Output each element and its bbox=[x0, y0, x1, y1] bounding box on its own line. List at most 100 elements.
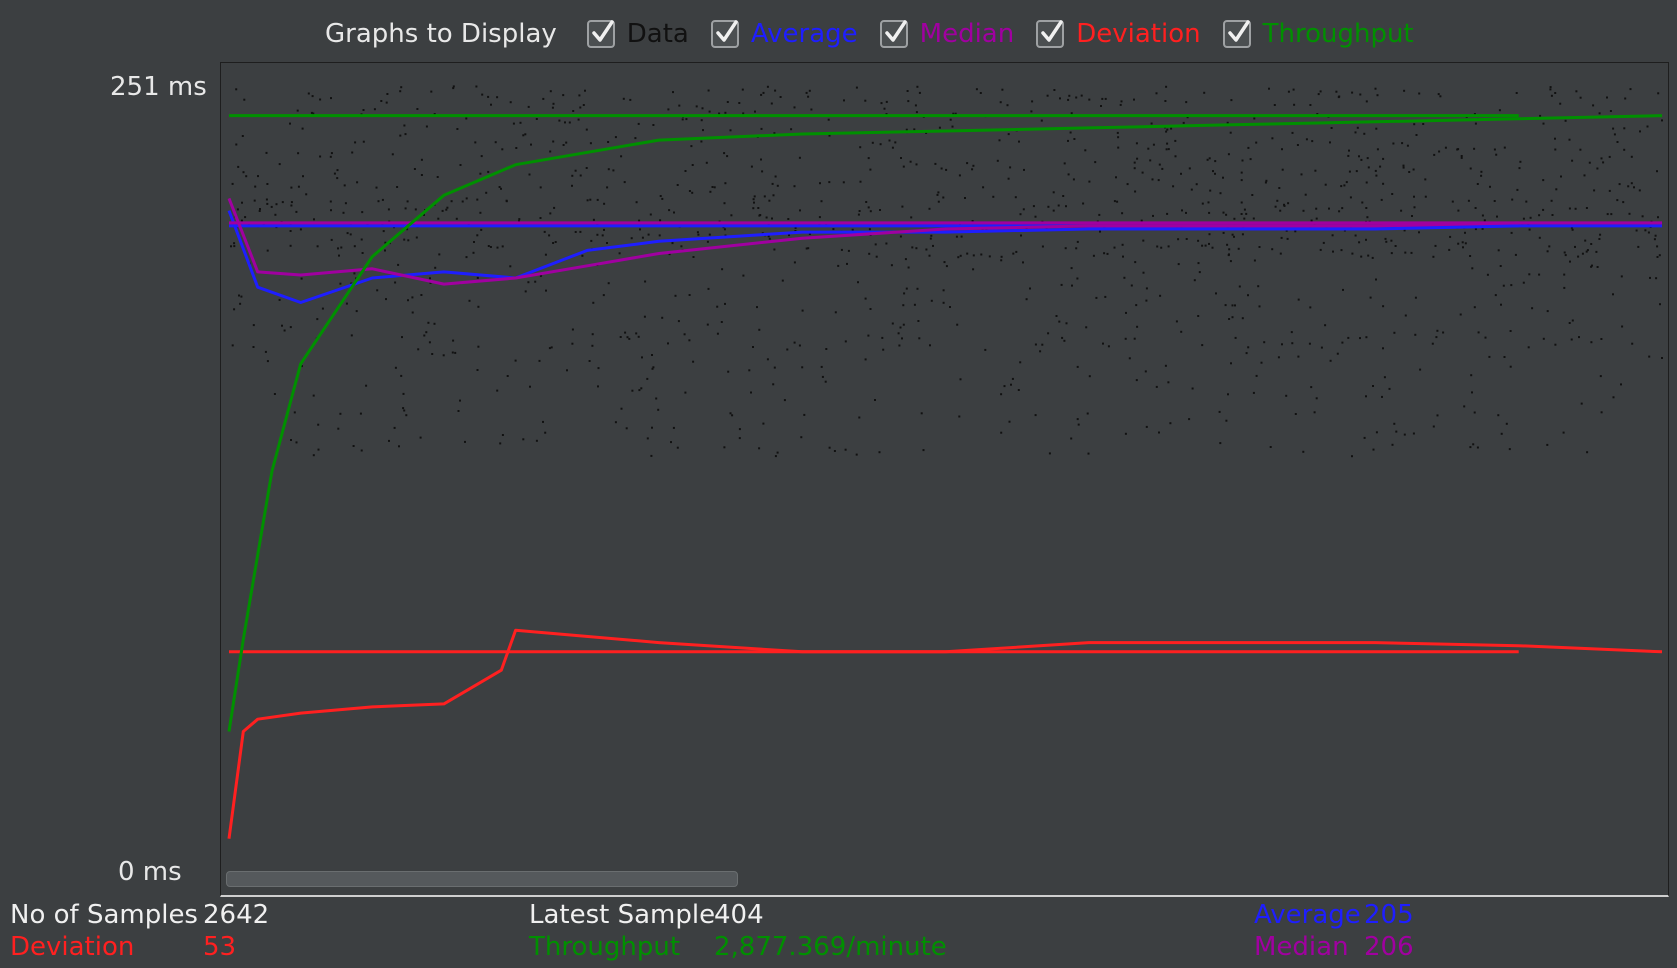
data-point bbox=[1494, 294, 1497, 297]
data-point bbox=[1476, 446, 1479, 449]
data-point bbox=[1522, 217, 1525, 220]
data-point bbox=[450, 200, 453, 203]
data-point bbox=[1474, 228, 1477, 231]
data-point bbox=[638, 389, 641, 392]
data-point bbox=[1390, 252, 1393, 255]
option-median[interactable]: Median bbox=[879, 19, 1014, 49]
data-point bbox=[646, 437, 649, 440]
data-point bbox=[929, 344, 931, 347]
data-point bbox=[1164, 100, 1167, 102]
data-point bbox=[494, 141, 497, 144]
data-point bbox=[1473, 411, 1476, 414]
data-point bbox=[522, 438, 525, 441]
data-point bbox=[701, 107, 704, 110]
data-point bbox=[1064, 247, 1067, 250]
data-point bbox=[1007, 133, 1010, 136]
data-point bbox=[943, 261, 946, 264]
data-point bbox=[1247, 146, 1250, 149]
data-point bbox=[979, 92, 982, 94]
data-point bbox=[1497, 249, 1500, 252]
checkbox-average[interactable] bbox=[710, 20, 739, 48]
data-point bbox=[506, 375, 509, 377]
data-point bbox=[1087, 452, 1090, 455]
data-point bbox=[568, 121, 571, 124]
data-point bbox=[1060, 283, 1063, 286]
data-point bbox=[625, 427, 628, 430]
data-point bbox=[1600, 157, 1603, 160]
data-point bbox=[1657, 216, 1659, 219]
data-point bbox=[1635, 229, 1638, 232]
data-point bbox=[859, 146, 862, 149]
data-point bbox=[1204, 244, 1207, 247]
data-point bbox=[1070, 437, 1073, 440]
checkbox-median[interactable] bbox=[879, 20, 908, 48]
data-point bbox=[361, 211, 364, 214]
data-point bbox=[509, 265, 512, 268]
data-point bbox=[774, 175, 777, 178]
data-point bbox=[354, 141, 357, 144]
data-point bbox=[843, 99, 845, 102]
data-point bbox=[1348, 149, 1350, 152]
data-point bbox=[457, 410, 460, 412]
data-point bbox=[485, 191, 488, 194]
data-point bbox=[1144, 370, 1147, 373]
checkbox-throughput[interactable] bbox=[1222, 20, 1251, 48]
option-average[interactable]: Average bbox=[710, 19, 858, 49]
data-point bbox=[711, 186, 714, 188]
data-point bbox=[672, 426, 675, 429]
data-point bbox=[768, 237, 771, 240]
average-label: Average bbox=[1254, 900, 1361, 930]
data-point bbox=[1365, 336, 1368, 339]
data-point bbox=[915, 163, 918, 166]
data-point bbox=[1281, 343, 1283, 346]
data-point bbox=[1234, 304, 1236, 307]
data-point bbox=[1100, 105, 1102, 107]
option-throughput[interactable]: Throughput bbox=[1222, 19, 1414, 49]
data-point bbox=[1302, 450, 1305, 453]
data-point bbox=[1358, 241, 1361, 244]
data-point bbox=[428, 341, 431, 344]
data-point bbox=[949, 118, 952, 121]
data-point bbox=[754, 110, 756, 113]
data-point bbox=[283, 329, 286, 332]
data-point bbox=[1230, 362, 1232, 365]
data-point bbox=[949, 306, 951, 308]
data-point bbox=[761, 170, 764, 173]
data-point bbox=[1240, 201, 1243, 204]
data-point bbox=[1227, 393, 1229, 396]
data-point bbox=[821, 375, 824, 378]
data-point bbox=[361, 252, 364, 254]
checkbox-data[interactable] bbox=[586, 20, 615, 48]
option-data[interactable]: Data bbox=[586, 19, 689, 49]
option-deviation[interactable]: Deviation bbox=[1036, 19, 1201, 49]
data-point bbox=[238, 294, 240, 297]
checkbox-deviation[interactable] bbox=[1036, 20, 1065, 48]
data-point bbox=[571, 174, 574, 177]
data-point bbox=[909, 160, 912, 163]
data-point bbox=[637, 335, 640, 338]
data-point bbox=[376, 289, 379, 292]
data-point bbox=[1142, 271, 1145, 274]
data-point bbox=[643, 315, 646, 318]
data-point bbox=[233, 308, 236, 311]
data-point bbox=[915, 111, 918, 114]
data-point bbox=[988, 255, 991, 258]
data-point bbox=[820, 365, 823, 368]
data-point bbox=[1315, 207, 1318, 210]
data-point bbox=[793, 106, 796, 109]
data-point bbox=[757, 207, 760, 209]
data-point bbox=[413, 168, 416, 170]
data-point bbox=[1563, 251, 1566, 254]
data-point bbox=[1393, 331, 1396, 334]
data-point bbox=[553, 206, 556, 209]
data-point bbox=[1460, 156, 1463, 159]
data-point bbox=[1124, 337, 1127, 340]
data-point bbox=[1145, 287, 1148, 290]
data-point bbox=[592, 301, 595, 304]
data-point bbox=[1123, 276, 1126, 279]
horizontal-scrollbar-thumb[interactable] bbox=[226, 871, 738, 887]
data-point bbox=[1575, 90, 1578, 93]
data-point bbox=[1457, 209, 1460, 212]
data-point bbox=[548, 234, 551, 237]
data-point bbox=[1287, 90, 1290, 93]
